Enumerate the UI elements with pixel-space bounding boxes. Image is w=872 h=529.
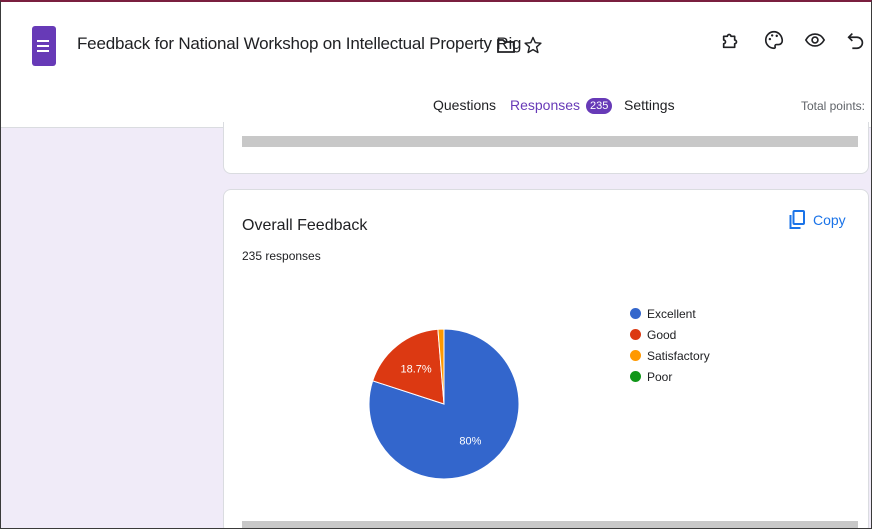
response-count-badge: 235 — [586, 98, 613, 114]
previous-question-card — [223, 122, 869, 174]
question-title: Overall Feedback — [242, 217, 368, 234]
chart-legend: Excellent Good Satisfactory Poor — [630, 303, 710, 387]
pie-label-excellent: 80% — [459, 435, 481, 447]
total-points-label: Total points: — [800, 99, 865, 113]
legend-label: Excellent — [647, 306, 696, 321]
copy-label: Copy — [813, 212, 846, 228]
eye-preview-icon[interactable] — [804, 29, 826, 51]
legend-label: Good — [647, 327, 677, 342]
tab-responses[interactable]: Responses 235 — [510, 97, 613, 114]
folder-icon[interactable] — [497, 38, 515, 53]
forms-logo-icon[interactable] — [32, 26, 56, 66]
header: Feedback for National Workshop on Intell… — [1, 2, 871, 128]
legend-label: Satisfactory — [647, 348, 710, 363]
response-count: 235 responses — [242, 249, 321, 263]
pie-label-good: 18.7% — [400, 364, 431, 376]
legend-swatch — [630, 371, 641, 382]
legend-item-excellent: Excellent — [630, 303, 710, 324]
legend-swatch — [630, 329, 641, 340]
undo-icon[interactable] — [846, 29, 866, 51]
legend-item-poor: Poor — [630, 366, 710, 387]
legend-item-satisfactory: Satisfactory — [630, 345, 710, 366]
puzzle-addon-icon[interactable] — [720, 29, 742, 51]
legend-label: Poor — [647, 369, 673, 384]
next-chart-bar — [242, 521, 858, 528]
previous-chart-bar — [242, 136, 858, 147]
tab-responses-label: Responses — [510, 97, 581, 113]
legend-item-good: Good — [630, 324, 710, 345]
tab-settings[interactable]: Settings — [624, 97, 675, 113]
copy-chart-button[interactable]: Copy — [789, 210, 846, 230]
legend-swatch — [630, 308, 641, 319]
legend-swatch — [630, 350, 641, 361]
palette-icon[interactable] — [763, 29, 785, 51]
tab-questions[interactable]: Questions — [433, 97, 496, 113]
star-icon[interactable] — [523, 35, 543, 55]
copy-icon — [789, 210, 805, 229]
app-window: Feedback for National Workshop on Intell… — [0, 0, 872, 529]
form-title[interactable]: Feedback for National Workshop on Intell… — [77, 34, 521, 54]
pie-chart: 80% 18.7% — [368, 328, 520, 480]
question-summary-card: Overall Feedback 235 responses Copy 80% 1… — [223, 189, 869, 528]
